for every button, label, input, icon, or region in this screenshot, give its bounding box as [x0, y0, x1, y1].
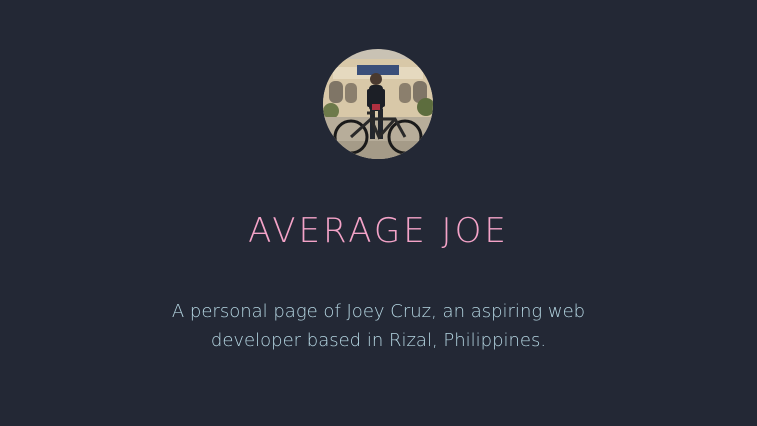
- profile-avatar: [323, 49, 433, 159]
- page-title: AVERAGE JOE: [248, 211, 509, 251]
- hero-section: AVERAGE JOE A personal page of Joey Cruz…: [0, 0, 757, 426]
- page-description: A personal page of Joey Cruz, an aspirin…: [171, 301, 586, 351]
- cyclist-photo-icon: [323, 49, 433, 159]
